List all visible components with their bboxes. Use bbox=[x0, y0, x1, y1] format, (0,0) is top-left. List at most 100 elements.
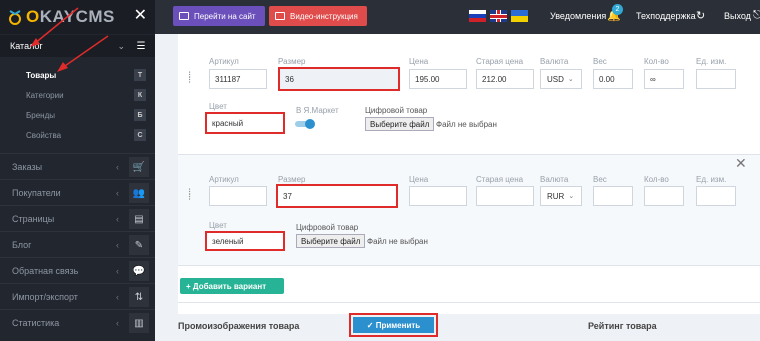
weight-label: Вес bbox=[593, 175, 607, 184]
qty-label: Кол-во bbox=[644, 57, 669, 66]
apply-button[interactable]: ✓ Применить bbox=[353, 317, 434, 333]
add-variant-button[interactable]: + Добавить вариант bbox=[180, 278, 284, 294]
sidebar-item-label: Каталог bbox=[10, 41, 43, 51]
unit-input[interactable] bbox=[696, 186, 736, 206]
sku-label: Артикул bbox=[209, 57, 239, 66]
pages-icon: ▤ bbox=[129, 209, 149, 229]
weight-input[interactable] bbox=[593, 186, 633, 206]
sidebar-subitem-brands[interactable]: Бренды Б bbox=[0, 105, 155, 125]
product-rating-heading: Рейтинг товара bbox=[588, 321, 657, 331]
close-icon[interactable]: ✕ bbox=[134, 8, 147, 24]
sidebar-subitem-label: Товары bbox=[26, 70, 57, 80]
price-label: Цена bbox=[409, 57, 429, 66]
currency-select[interactable]: RUR ⌄ bbox=[540, 186, 582, 206]
size-label: Размер bbox=[278, 175, 306, 184]
flag-uk-icon[interactable] bbox=[490, 10, 507, 22]
color-input[interactable]: зеленый bbox=[205, 231, 285, 251]
apply-highlight: ✓ Применить bbox=[349, 313, 438, 337]
size-input[interactable]: 36 bbox=[278, 67, 400, 91]
digital-product-label: Цифровой товар bbox=[365, 106, 428, 115]
logo-bar: OKAYCMS ✕ bbox=[0, 0, 155, 34]
flag-ua-icon[interactable] bbox=[511, 10, 528, 22]
unit-label: Ед. изм. bbox=[696, 175, 727, 184]
currency-label: Валюта bbox=[540, 175, 569, 184]
price-input[interactable]: 195.00 bbox=[409, 69, 467, 89]
notification-count-badge: 2 bbox=[612, 4, 623, 15]
choose-file-button[interactable]: Выберите файл bbox=[365, 117, 435, 131]
sidebar-subitem-label: Свойства bbox=[26, 130, 62, 140]
support-link[interactable]: Техподдержка bbox=[636, 11, 696, 21]
logo[interactable]: OKAYCMS bbox=[26, 7, 115, 27]
sidebar-item-import-export[interactable]: Импорт/экспорт ‹ ⇅ bbox=[0, 283, 155, 309]
choose-file-button[interactable]: Выберите файл bbox=[296, 234, 366, 248]
yamarket-toggle[interactable] bbox=[295, 119, 315, 129]
letter-icon: К bbox=[134, 89, 146, 101]
unit-input[interactable] bbox=[696, 69, 736, 89]
size-input[interactable]: 37 bbox=[276, 184, 398, 208]
list-icon[interactable]: ☰ bbox=[131, 36, 151, 56]
divider bbox=[178, 302, 760, 303]
price-input[interactable] bbox=[409, 186, 467, 206]
currency-select[interactable]: USD ⌄ bbox=[540, 69, 582, 89]
sidebar: OKAYCMS ✕ Каталог ⌄ ☰ Товары T Категории… bbox=[0, 0, 155, 341]
video-guide-button[interactable]: Видео-инструкция bbox=[269, 6, 367, 26]
sidebar-item-label: Импорт/экспорт bbox=[12, 291, 78, 302]
logo-icon bbox=[9, 10, 21, 25]
sidebar-subitem-categories[interactable]: Категории К bbox=[0, 85, 155, 105]
sidebar-item-stats[interactable]: Статистика ‹ ▥ bbox=[0, 309, 155, 335]
sidebar-item-catalog[interactable]: Каталог ⌄ ☰ bbox=[0, 35, 155, 57]
sidebar-item-pages[interactable]: Страницы ‹ ▤ bbox=[0, 205, 155, 231]
chevron-left-icon: ‹ bbox=[116, 239, 119, 250]
currency-value: RUR bbox=[547, 191, 565, 201]
drag-handle-icon[interactable]: ⁝ ⁝ bbox=[188, 71, 191, 86]
chevron-left-icon: ‹ bbox=[116, 317, 119, 328]
digital-product-label: Цифровой товар bbox=[296, 223, 359, 232]
chevron-left-icon: ‹ bbox=[116, 187, 119, 198]
video-guide-label: Видео-инструкция bbox=[290, 11, 358, 21]
flag-ru-icon[interactable] bbox=[469, 10, 486, 22]
qty-input[interactable] bbox=[644, 186, 684, 206]
no-file-text: Файл не выбран bbox=[367, 237, 428, 246]
no-file-text: Файл не выбран bbox=[436, 120, 497, 129]
sidebar-item-feedback[interactable]: Обратная связь ‹ 💬 bbox=[0, 257, 155, 283]
sidebar-item-label: Обратная связь bbox=[12, 265, 79, 276]
chat-icon: 💬 bbox=[129, 261, 149, 281]
language-switcher bbox=[469, 10, 528, 22]
sidebar-item-label: Статистика bbox=[12, 317, 60, 328]
notifications-link[interactable]: Уведомления bbox=[550, 11, 606, 21]
sidebar-subitem-features[interactable]: Свойства С bbox=[0, 125, 155, 145]
variant-row: ⁝ ⁝ Артикул 311187 Размер 36 Цена 195.00 … bbox=[178, 40, 760, 148]
support-icon[interactable]: ↻ bbox=[696, 9, 705, 22]
currency-label: Валюта bbox=[540, 57, 569, 66]
letter-icon: T bbox=[134, 69, 146, 81]
price-label: Цена bbox=[409, 175, 429, 184]
color-label: Цвет bbox=[209, 102, 227, 111]
old-price-input[interactable] bbox=[476, 186, 534, 206]
chevron-down-icon: ⌄ bbox=[117, 40, 125, 51]
logout-icon[interactable]: ⎋ bbox=[753, 9, 760, 22]
sidebar-item-orders[interactable]: Заказы ‹ 🛒 bbox=[0, 153, 155, 179]
chevron-down-icon: ⌄ bbox=[567, 76, 574, 83]
sidebar-item-label: Покупатели bbox=[12, 187, 61, 198]
color-input[interactable]: красный bbox=[205, 112, 285, 134]
qty-input[interactable]: ∞ bbox=[644, 69, 684, 89]
close-icon[interactable]: ✕ bbox=[735, 155, 747, 172]
topbar: Перейти на сайт Видео-инструкция Уведомл… bbox=[155, 0, 760, 34]
old-price-input[interactable]: 212.00 bbox=[476, 69, 534, 89]
go-to-site-label: Перейти на сайт bbox=[194, 11, 256, 21]
sidebar-item-customers[interactable]: Покупатели ‹ 👥 bbox=[0, 179, 155, 205]
weight-input[interactable]: 0.00 bbox=[593, 69, 633, 89]
drag-handle-icon[interactable]: ⁝ ⁝ bbox=[188, 188, 191, 203]
sku-input[interactable] bbox=[209, 186, 267, 206]
sidebar-item-label: Страницы bbox=[12, 213, 55, 224]
sku-input[interactable]: 311187 bbox=[209, 69, 267, 89]
sidebar-item-label: Заказы bbox=[12, 161, 43, 172]
users-icon: 👥 bbox=[129, 183, 149, 203]
bar-chart-icon: ▥ bbox=[129, 313, 149, 333]
import-export-icon: ⇅ bbox=[129, 287, 149, 307]
yamarket-label: В Я.Маркет bbox=[296, 106, 339, 115]
go-to-site-button[interactable]: Перейти на сайт bbox=[173, 6, 265, 26]
logout-link[interactable]: Выход bbox=[724, 11, 751, 21]
sidebar-item-blog[interactable]: Блог ‹ ✎ bbox=[0, 231, 155, 257]
sidebar-subitem-products[interactable]: Товары T bbox=[0, 65, 155, 85]
